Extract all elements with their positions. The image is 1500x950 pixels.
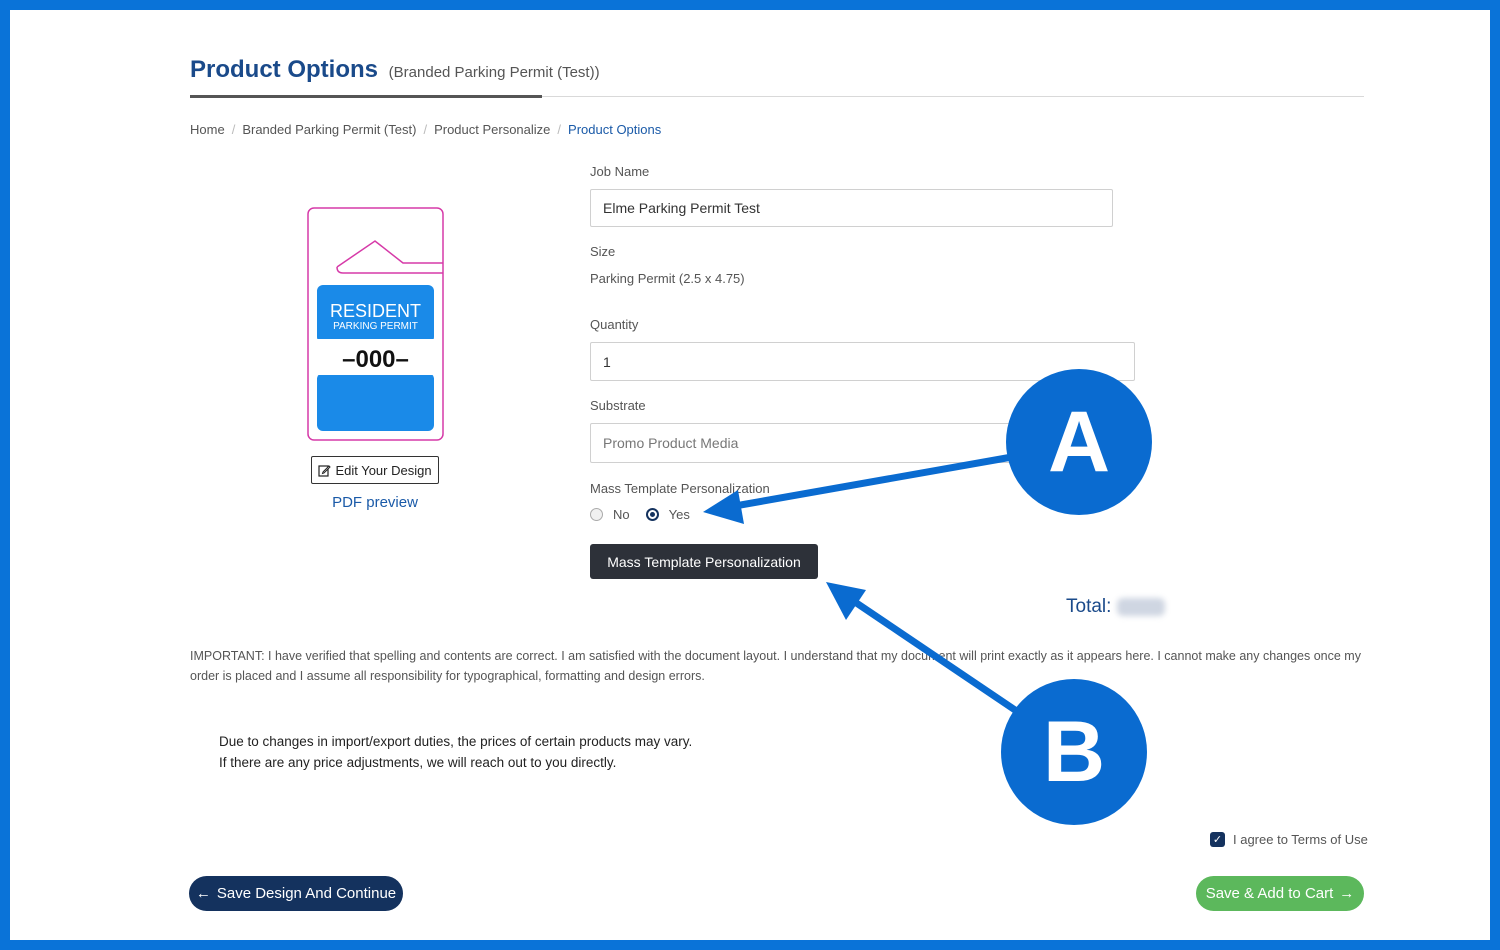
arrow-left-icon: ← bbox=[195, 885, 211, 902]
breadcrumb-personalize[interactable]: Product Personalize bbox=[434, 122, 550, 137]
annotation-badge-a: A bbox=[1006, 369, 1152, 515]
page-title: Product Options (Branded Parking Permit … bbox=[190, 56, 600, 84]
page-title-text: Product Options bbox=[190, 56, 378, 83]
important-disclaimer: IMPORTANT: I have verified that spelling… bbox=[190, 649, 1361, 683]
substrate-label: Substrate bbox=[590, 398, 646, 413]
breadcrumb: Home / Branded Parking Permit (Test) / Produ… bbox=[190, 122, 661, 137]
edit-icon bbox=[318, 464, 332, 477]
permit-line1: RESIDENT bbox=[330, 301, 421, 321]
terms-agreement: ✓ I agree to Terms of Use bbox=[1210, 832, 1368, 847]
duties-notice: Due to changes in import/export duties, … bbox=[219, 731, 692, 773]
terms-label[interactable]: I agree to Terms of Use bbox=[1233, 832, 1368, 847]
job-name-input[interactable]: Elme Parking Permit Test bbox=[590, 189, 1113, 227]
permit-number: –000– bbox=[342, 346, 409, 373]
breadcrumb-home[interactable]: Home bbox=[190, 122, 225, 137]
total-label: Total: bbox=[1066, 596, 1112, 617]
permit-preview-image: RESIDENT PARKING PERMIT –000– bbox=[307, 207, 444, 441]
notice-line2: If there are any price adjustments, we w… bbox=[219, 755, 617, 770]
terms-checkbox[interactable]: ✓ bbox=[1210, 832, 1225, 847]
title-underline bbox=[190, 95, 542, 98]
edit-design-label: Edit Your Design bbox=[335, 462, 432, 478]
breadcrumb-separator: / bbox=[557, 122, 562, 137]
mass-template-label: Mass Template Personalization bbox=[590, 481, 770, 496]
page-subtitle: (Branded Parking Permit (Test)) bbox=[388, 64, 600, 81]
pdf-preview-link[interactable]: PDF preview bbox=[311, 494, 439, 511]
annotation-badge-b: B bbox=[1001, 679, 1147, 825]
radio-no[interactable] bbox=[590, 508, 603, 521]
mass-template-button[interactable]: Mass Template Personalization bbox=[590, 544, 818, 579]
job-name-label: Job Name bbox=[590, 164, 650, 179]
breadcrumb-current: Product Options bbox=[568, 122, 662, 137]
save-design-continue-button[interactable]: ← Save Design And Continue bbox=[189, 876, 403, 911]
breadcrumb-product[interactable]: Branded Parking Permit (Test) bbox=[242, 122, 416, 137]
mass-template-radio-group: No Yes bbox=[590, 507, 690, 522]
breadcrumb-separator: / bbox=[231, 122, 236, 137]
save-cart-label: Save & Add to Cart bbox=[1205, 885, 1334, 902]
save-continue-label: Save Design And Continue bbox=[216, 885, 397, 902]
edit-design-button[interactable]: Edit Your Design bbox=[311, 456, 439, 484]
quantity-label: Quantity bbox=[590, 317, 639, 332]
size-label: Size bbox=[590, 244, 616, 259]
screenshot-frame bbox=[0, 0, 1500, 950]
radio-yes-label: Yes bbox=[668, 507, 690, 522]
total-price-redacted bbox=[1117, 598, 1166, 616]
breadcrumb-separator: / bbox=[423, 122, 428, 137]
save-add-to-cart-button[interactable]: Save & Add to Cart → bbox=[1196, 876, 1364, 911]
permit-line2: PARKING PERMIT bbox=[333, 321, 418, 332]
radio-no-label: No bbox=[613, 507, 630, 522]
notice-line1: Due to changes in import/export duties, … bbox=[219, 734, 693, 749]
total-display: Total: bbox=[1066, 596, 1166, 618]
arrow-right-icon: → bbox=[1339, 885, 1355, 902]
radio-yes[interactable] bbox=[645, 508, 659, 521]
size-value: Parking Permit (2.5 x 4.75) bbox=[590, 271, 745, 286]
